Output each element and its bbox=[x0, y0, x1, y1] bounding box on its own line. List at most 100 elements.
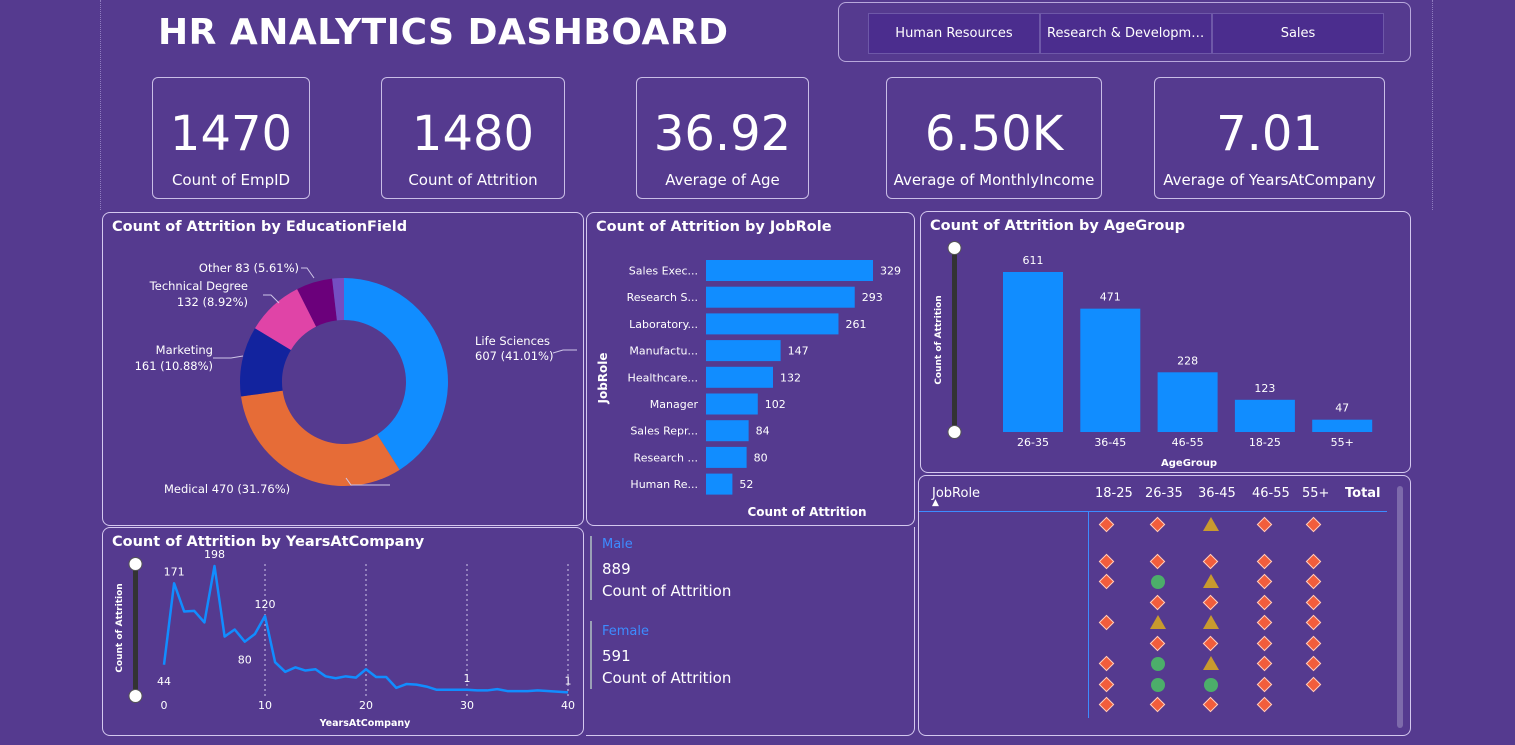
data-label: 171 bbox=[164, 565, 185, 578]
zoom-slider-handle-top[interactable] bbox=[128, 557, 143, 571]
y-tick-label: Sales Exec... bbox=[629, 265, 698, 278]
y-tick-label: Research S... bbox=[627, 291, 698, 304]
kpi-card-count-empid: 1470 Count of EmpID bbox=[152, 77, 310, 199]
zoom-slider-handle-top[interactable] bbox=[947, 241, 962, 255]
diamond-indicator-icon bbox=[1149, 696, 1166, 713]
bar[interactable] bbox=[706, 286, 855, 308]
diamond-indicator-icon bbox=[1098, 696, 1115, 713]
data-label: 123 bbox=[1254, 382, 1275, 395]
diamond-indicator-icon bbox=[1256, 516, 1273, 533]
triangle-indicator-icon bbox=[1150, 615, 1166, 629]
diamond-indicator-icon bbox=[1305, 594, 1322, 611]
x-axis-label: Count of Attrition bbox=[747, 505, 866, 519]
x-tick-label: 18-25 bbox=[1249, 436, 1281, 449]
data-label: 329 bbox=[880, 265, 901, 278]
page-title: HR ANALYTICS DASHBOARD bbox=[158, 12, 729, 53]
circle-indicator-icon bbox=[1151, 657, 1165, 671]
y-tick-label: Healthcare... bbox=[628, 371, 698, 384]
y-tick-label: Sales Repr... bbox=[630, 425, 698, 438]
data-label: 471 bbox=[1100, 291, 1121, 304]
kpi-label: Count of Attrition bbox=[408, 171, 538, 189]
bar[interactable] bbox=[1312, 419, 1373, 432]
data-label: 52 bbox=[739, 478, 753, 491]
donut-label-life-sciences-value: 607 (41.01%) bbox=[475, 349, 553, 363]
kpi-label: Average of Age bbox=[665, 171, 780, 189]
data-label: 120 bbox=[255, 598, 276, 611]
diamond-indicator-icon bbox=[1256, 614, 1273, 631]
y-tick-label: Manufactu... bbox=[629, 345, 698, 358]
job-role-panel: Count of Attrition by JobRole Sales Exec… bbox=[586, 212, 915, 526]
slicer-item-human-resources[interactable]: Human Resources bbox=[868, 13, 1040, 54]
diamond-indicator-icon bbox=[1256, 594, 1273, 611]
zoom-slider-track[interactable] bbox=[952, 248, 957, 432]
slicer-item-research-development[interactable]: Research & Developme... bbox=[1040, 13, 1212, 54]
diamond-indicator-icon bbox=[1256, 635, 1273, 652]
x-tick-label: 0 bbox=[161, 699, 168, 712]
zoom-slider-handle-bottom[interactable] bbox=[128, 689, 143, 703]
kpi-value: 1470 bbox=[169, 106, 293, 162]
data-label: 84 bbox=[756, 425, 770, 438]
kpi-card-average-years-at-company: 7.01 Average of YearsAtCompany bbox=[1154, 77, 1385, 199]
bar[interactable] bbox=[1157, 372, 1218, 432]
guide-line-right bbox=[1432, 0, 1433, 210]
donut-slice-medical[interactable] bbox=[241, 390, 400, 486]
data-label: 44 bbox=[157, 675, 171, 688]
diamond-indicator-icon bbox=[1305, 655, 1322, 672]
bar[interactable] bbox=[706, 313, 839, 335]
donut-label-medical: Medical 470 (31.76%) bbox=[164, 482, 290, 496]
x-tick-label: 36-45 bbox=[1094, 436, 1126, 449]
matrix-header: 46-55 bbox=[1252, 486, 1290, 501]
diamond-indicator-icon bbox=[1098, 516, 1115, 533]
circle-indicator-icon bbox=[1151, 678, 1165, 692]
diamond-indicator-icon bbox=[1202, 696, 1219, 713]
bar[interactable] bbox=[1003, 272, 1063, 432]
donut-label-technical-degree: Technical Degree bbox=[149, 279, 248, 293]
diamond-indicator-icon bbox=[1202, 553, 1219, 570]
sort-arrow-icon: ▲ bbox=[932, 498, 939, 508]
age-group-panel: Count of Attrition by AgeGroup Count of … bbox=[920, 211, 1411, 473]
diamond-indicator-icon bbox=[1098, 614, 1115, 631]
diamond-indicator-icon bbox=[1149, 516, 1166, 533]
diamond-indicator-icon bbox=[1256, 573, 1273, 590]
y-axis-label: Count of Attrition bbox=[115, 583, 125, 672]
header-divider bbox=[919, 511, 1387, 512]
diamond-indicator-icon bbox=[1098, 655, 1115, 672]
data-label: 102 bbox=[765, 398, 786, 411]
bar[interactable] bbox=[706, 420, 749, 442]
guide-line-left bbox=[100, 0, 101, 210]
data-label: 147 bbox=[788, 345, 809, 358]
data-label: 1 bbox=[565, 674, 572, 687]
bar[interactable] bbox=[1234, 399, 1295, 432]
x-tick-label: 55+ bbox=[1331, 436, 1354, 449]
diamond-indicator-icon bbox=[1256, 553, 1273, 570]
bar[interactable] bbox=[706, 366, 774, 388]
diamond-indicator-icon bbox=[1098, 553, 1115, 570]
zoom-slider-track[interactable] bbox=[133, 564, 138, 696]
diamond-indicator-icon bbox=[1256, 696, 1273, 713]
diamond-indicator-icon bbox=[1305, 635, 1322, 652]
bar[interactable] bbox=[706, 473, 733, 495]
circle-indicator-icon bbox=[1151, 575, 1165, 589]
diamond-indicator-icon bbox=[1098, 676, 1115, 693]
age-group-bar-chart: Count of Attrition 611 26-35 471 36-45 228 46… bbox=[934, 241, 1373, 469]
donut-slice-life-sciences[interactable] bbox=[344, 278, 448, 470]
matrix-header: 36-45 bbox=[1198, 486, 1236, 501]
kpi-value: 1480 bbox=[411, 106, 535, 162]
data-label: 47 bbox=[1335, 402, 1349, 415]
bar[interactable] bbox=[706, 260, 873, 281]
donut-label-other: Other 83 (5.61%) bbox=[199, 261, 299, 275]
y-tick-label: Laboratory... bbox=[629, 318, 698, 331]
years-at-company-panel: Count of Attrition by YearsAtCompany Cou… bbox=[102, 527, 584, 736]
diamond-indicator-icon bbox=[1305, 516, 1322, 533]
zoom-slider-handle-bottom[interactable] bbox=[947, 425, 962, 439]
bar[interactable] bbox=[1080, 308, 1141, 432]
education-field-panel: Count of Attrition by EducationField Lif… bbox=[102, 212, 584, 526]
bar[interactable] bbox=[706, 446, 747, 468]
diamond-indicator-icon bbox=[1202, 594, 1219, 611]
y-tick-label: Manager bbox=[650, 398, 699, 411]
bar[interactable] bbox=[706, 340, 781, 362]
bar[interactable] bbox=[706, 393, 758, 415]
slicer-item-sales[interactable]: Sales bbox=[1212, 13, 1384, 54]
diamond-indicator-icon bbox=[1305, 573, 1322, 590]
matrix-scrollbar[interactable] bbox=[1397, 486, 1403, 728]
